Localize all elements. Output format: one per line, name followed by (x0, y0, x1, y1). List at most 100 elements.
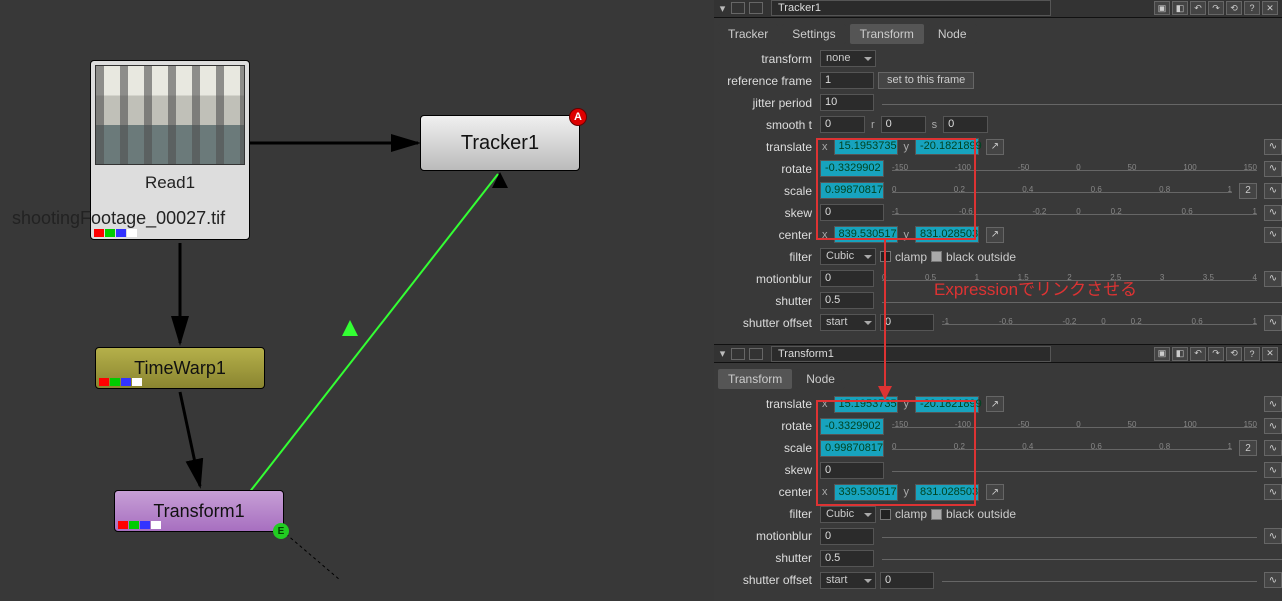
motionblur-field[interactable]: 0 (820, 270, 874, 287)
rotate-field[interactable]: -0.3329902 (820, 418, 884, 435)
curve-icon[interactable]: ∿ (1264, 183, 1282, 199)
tab-node[interactable]: Node (796, 369, 845, 389)
curve-icon[interactable]: ∿ (1264, 139, 1282, 155)
undo-icon[interactable]: ↶ (1190, 347, 1206, 361)
tab-tracker[interactable]: Tracker (718, 24, 778, 44)
center-y-field[interactable]: 831.028503 (915, 484, 979, 501)
curve-icon[interactable]: ∿ (1264, 440, 1282, 456)
black-outside-checkbox[interactable] (931, 251, 942, 262)
shutter-slider[interactable] (882, 550, 1282, 566)
note-icon[interactable] (749, 2, 763, 14)
transform-node[interactable]: Transform1 E (114, 490, 284, 532)
shutteroffset-dropdown[interactable]: start (820, 572, 876, 589)
tab-node[interactable]: Node (928, 24, 977, 44)
translate-y-field[interactable]: -20.1821899 (915, 138, 979, 155)
curve-icon[interactable]: ∿ (1264, 484, 1282, 500)
help-icon[interactable]: ? (1244, 347, 1260, 361)
reference-frame-field[interactable]: 1 (820, 72, 874, 89)
rotate-slider[interactable]: -150-100-50050100150 (892, 161, 1257, 177)
shutter-field[interactable]: 0.5 (820, 550, 874, 567)
skew-field[interactable]: 0 (820, 462, 884, 479)
rotate-field[interactable]: -0.3329902 (820, 160, 884, 177)
curve-icon[interactable]: ∿ (1264, 528, 1282, 544)
shutteroffset-field[interactable]: 0 (880, 314, 934, 331)
skew-field[interactable]: 0 (820, 204, 884, 221)
smooth-s-field[interactable]: 0 (943, 116, 988, 133)
panel-icon[interactable] (731, 2, 745, 14)
curve-icon[interactable]: ∿ (1264, 418, 1282, 434)
anim-icon[interactable]: ↗ (986, 396, 1004, 412)
curve-icon[interactable]: ∿ (1264, 396, 1282, 412)
curve-icon[interactable]: ∿ (1264, 462, 1282, 478)
expand-button[interactable]: 2 (1239, 440, 1257, 456)
panel-icon[interactable] (731, 348, 745, 360)
scale-field[interactable]: 0.99870817 (820, 440, 884, 457)
black-outside-checkbox[interactable] (931, 509, 942, 520)
curve-icon[interactable]: ∿ (1264, 271, 1282, 287)
curve-icon[interactable]: ∿ (1264, 315, 1282, 331)
shutteroffset-slider[interactable] (942, 572, 1257, 588)
skew-slider[interactable]: -1-0.6-0.200.20.61 (892, 205, 1257, 221)
tab-settings[interactable]: Settings (782, 24, 845, 44)
node-graph[interactable]: Read1 shootingFootage_00027.tif Tracker1… (0, 0, 714, 601)
center-x-field[interactable]: 339.530517 (834, 484, 898, 501)
scale-field[interactable]: 0.99870817 (820, 182, 884, 199)
expand-button[interactable]: 2 (1239, 183, 1257, 199)
clamp-checkbox[interactable] (880, 509, 891, 520)
smooth-r-field[interactable]: 0 (881, 116, 926, 133)
translate-x-field[interactable]: 15.1953735 (834, 396, 898, 413)
curve-icon[interactable]: ∿ (1264, 161, 1282, 177)
transform-panel-header[interactable]: ▾ Transform1 ▣ ◧ ↶ ↷ ⟲ ? ✕ (714, 345, 1282, 363)
smooth-t-field[interactable]: 0 (820, 116, 865, 133)
header-btn[interactable]: ▣ (1154, 347, 1170, 361)
center-x-field[interactable]: 839.530517 (834, 226, 898, 243)
tab-transform[interactable]: Transform (718, 369, 792, 389)
header-btn[interactable]: ◧ (1172, 1, 1188, 15)
jitter-slider[interactable] (882, 95, 1282, 111)
timewarp-node[interactable]: TimeWarp1 (95, 347, 265, 389)
shutteroffset-field[interactable]: 0 (880, 572, 934, 589)
header-btn[interactable]: ▣ (1154, 1, 1170, 15)
tracker-node[interactable]: Tracker1 A (420, 115, 580, 171)
help-icon[interactable]: ? (1244, 1, 1260, 15)
panel-title[interactable]: Transform1 (771, 346, 1051, 362)
collapse-icon[interactable]: ▾ (718, 347, 727, 360)
scale-slider[interactable]: 00.20.40.60.81 (892, 183, 1232, 199)
shutter-field[interactable]: 0.5 (820, 292, 874, 309)
note-icon[interactable] (749, 348, 763, 360)
shutteroffset-dropdown[interactable]: start (820, 314, 876, 331)
revert-icon[interactable]: ⟲ (1226, 347, 1242, 361)
collapse-icon[interactable]: ▾ (718, 2, 727, 15)
anim-icon[interactable]: ↗ (986, 139, 1004, 155)
redo-icon[interactable]: ↷ (1208, 347, 1224, 361)
filter-dropdown[interactable]: Cubic (820, 506, 876, 523)
jitter-field[interactable]: 10 (820, 94, 874, 111)
set-frame-button[interactable]: set to this frame (878, 72, 974, 89)
filter-dropdown[interactable]: Cubic (820, 248, 876, 265)
shutteroffset-slider[interactable]: -1-0.6-0.200.20.61 (942, 315, 1257, 331)
header-btn[interactable]: ◧ (1172, 347, 1188, 361)
center-y-field[interactable]: 831.028503 (915, 226, 979, 243)
curve-icon[interactable]: ∿ (1264, 572, 1282, 588)
panel-title[interactable]: Tracker1 (771, 0, 1051, 16)
scale-slider[interactable]: 00.20.40.60.81 (892, 440, 1232, 456)
revert-icon[interactable]: ⟲ (1226, 1, 1242, 15)
anim-icon[interactable]: ↗ (986, 227, 1004, 243)
translate-x-field[interactable]: 15.1953735 (834, 138, 898, 155)
curve-icon[interactable]: ∿ (1264, 227, 1282, 243)
curve-icon[interactable]: ∿ (1264, 205, 1282, 221)
tab-transform[interactable]: Transform (850, 24, 924, 44)
close-icon[interactable]: ✕ (1262, 347, 1278, 361)
transform-dropdown[interactable]: none (820, 50, 876, 67)
clamp-checkbox[interactable] (880, 251, 891, 262)
close-icon[interactable]: ✕ (1262, 1, 1278, 15)
translate-y-field[interactable]: -20.1821899 (915, 396, 979, 413)
motionblur-field[interactable]: 0 (820, 528, 874, 545)
motionblur-slider[interactable] (882, 528, 1257, 544)
anim-icon[interactable]: ↗ (986, 484, 1004, 500)
undo-icon[interactable]: ↶ (1190, 1, 1206, 15)
tracker-panel-header[interactable]: ▾ Tracker1 ▣ ◧ ↶ ↷ ⟲ ? ✕ (714, 0, 1282, 18)
redo-icon[interactable]: ↷ (1208, 1, 1224, 15)
rotate-slider[interactable]: -150-100-50050100150 (892, 418, 1257, 434)
skew-slider[interactable] (892, 462, 1257, 478)
